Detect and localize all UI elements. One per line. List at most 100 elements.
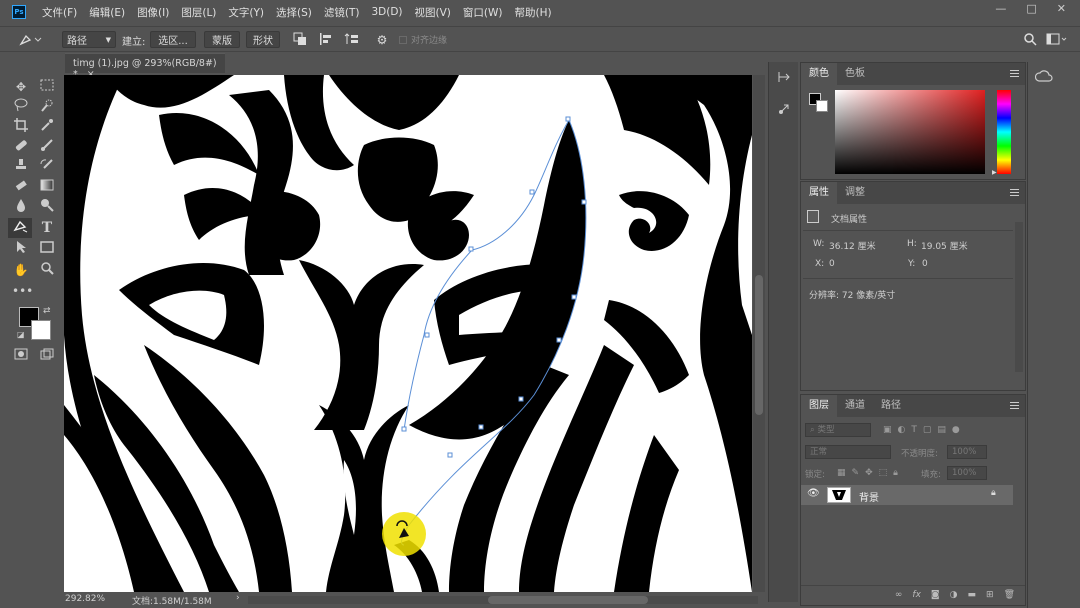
default-colors-icon[interactable]: ◪ (17, 330, 25, 339)
make-shape-button[interactable]: 形状 (246, 31, 280, 48)
menu-edit[interactable]: 编辑(E) (89, 5, 125, 20)
blur-tool-icon[interactable] (12, 198, 30, 216)
lock-artboard-icon[interactable]: ⬚ (879, 468, 888, 478)
menu-help[interactable]: 帮助(H) (515, 5, 552, 20)
y-value[interactable]: 0 (922, 259, 928, 269)
eyedropper-tool-icon[interactable] (38, 118, 56, 136)
tab-color[interactable]: 颜色 (801, 63, 837, 85)
history-panel-icon[interactable] (775, 70, 793, 88)
width-value[interactable]: 36.12 厘米 (829, 239, 876, 252)
layer-row[interactable]: 👁︎ 背景 🔒︎ (801, 485, 1013, 505)
clone-stamp-tool-icon[interactable] (12, 158, 30, 176)
pen-tool-icon[interactable] (12, 219, 30, 237)
hue-pointer-icon[interactable]: ▶ (992, 169, 997, 176)
status-menu-chevron-icon[interactable]: › (236, 593, 240, 603)
fill-field[interactable]: 100% (947, 466, 987, 480)
menu-window[interactable]: 窗口(W) (463, 5, 503, 20)
swap-colors-icon[interactable]: ⇄ (43, 306, 51, 316)
hand-tool-icon[interactable]: ✋ (12, 261, 30, 279)
menu-filter[interactable]: 滤镜(T) (324, 5, 360, 20)
menu-3d[interactable]: 3D(D) (371, 6, 402, 18)
gear-icon[interactable]: ⚙ (374, 32, 390, 48)
layer-filter-select[interactable]: ⌕ 类型 (805, 423, 871, 437)
fx-icon[interactable]: fx (912, 590, 921, 605)
smart-object-filter-icon[interactable]: ▤ (937, 425, 946, 435)
vertical-scrollbar[interactable] (753, 75, 765, 592)
horizontal-scroll-thumb[interactable] (488, 596, 648, 604)
panel-menu-icon[interactable] (1010, 70, 1019, 77)
document-tab[interactable]: timg (1).jpg @ 293%(RGB/8#) * × (65, 53, 225, 80)
hue-slider[interactable] (997, 90, 1011, 174)
background-color-swatch[interactable] (31, 320, 51, 340)
tab-layers[interactable]: 图层 (801, 395, 837, 417)
panel-menu-icon[interactable] (1010, 189, 1019, 196)
lock-all-icon[interactable]: 🔒︎ (893, 468, 898, 478)
marquee-tool-icon[interactable] (38, 78, 56, 96)
menu-select[interactable]: 选择(S) (276, 5, 312, 20)
vertical-scroll-thumb[interactable] (755, 275, 763, 415)
align-edges-checkbox[interactable] (399, 36, 407, 44)
tab-swatches[interactable]: 色板 (837, 63, 873, 85)
path-operations-icon[interactable] (292, 32, 308, 48)
tab-paths[interactable]: 路径 (873, 395, 909, 417)
creative-cloud-icon[interactable] (1034, 70, 1053, 88)
type-filter-icon[interactable]: T (911, 425, 917, 435)
eye-icon[interactable]: 👁︎ (807, 488, 820, 499)
path-arrangement-icon[interactable] (344, 32, 360, 48)
panel-menu-icon[interactable] (1010, 402, 1019, 409)
dodge-tool-icon[interactable] (38, 198, 56, 216)
brush-tool-icon[interactable] (38, 138, 56, 156)
pen-tool-preset-icon[interactable] (18, 32, 44, 48)
pixel-filter-icon[interactable]: ▣ (883, 425, 892, 435)
path-alignment-icon[interactable] (318, 32, 334, 48)
menu-view[interactable]: 视图(V) (415, 5, 451, 20)
link-icon[interactable]: ∞ (895, 590, 903, 605)
more-tools-icon[interactable]: ••• (12, 282, 33, 300)
minimize-button[interactable]: — (995, 2, 1006, 15)
tab-channels[interactable]: 通道 (837, 395, 873, 417)
quick-selection-tool-icon[interactable] (38, 98, 56, 116)
pen-mode-select[interactable]: 路径 ▼ (62, 31, 116, 48)
layer-name[interactable]: 背景 (859, 489, 879, 504)
workspace-switcher-icon[interactable] (1046, 32, 1068, 48)
healing-brush-tool-icon[interactable] (12, 138, 30, 156)
new-layer-icon[interactable]: ⊞ (986, 590, 994, 605)
lock-position-icon[interactable]: ✥ (865, 468, 873, 478)
mask-icon[interactable]: ◙ (931, 590, 940, 605)
rectangle-tool-icon[interactable] (38, 240, 56, 258)
folder-icon[interactable]: ▬ (968, 590, 977, 605)
menu-image[interactable]: 图像(I) (137, 5, 169, 20)
properties-panel-icon[interactable] (775, 102, 793, 120)
make-selection-button[interactable]: 选区... (150, 31, 196, 48)
screen-mode-icon[interactable] (38, 347, 56, 365)
opacity-field[interactable]: 100% (947, 445, 987, 459)
properties-scrollbar[interactable] (1015, 222, 1023, 372)
shape-filter-icon[interactable]: ▢ (923, 425, 932, 435)
zoom-level[interactable]: 292.82% (65, 594, 105, 604)
trash-icon[interactable]: 🗑︎ (1004, 590, 1015, 605)
type-tool-icon[interactable]: T (38, 219, 56, 237)
search-icon[interactable] (1022, 32, 1038, 48)
blend-mode-select[interactable]: 正常 (805, 445, 891, 459)
make-mask-button[interactable]: 蒙版 (204, 31, 240, 48)
quick-mask-icon[interactable] (12, 347, 30, 365)
crop-tool-icon[interactable] (12, 118, 30, 136)
path-selection-tool-icon[interactable] (12, 240, 30, 258)
lock-paint-icon[interactable]: ✎ (852, 468, 860, 478)
document-canvas[interactable] (64, 75, 752, 592)
zoom-tool-icon[interactable] (38, 261, 56, 279)
move-tool-icon[interactable]: ✥ (12, 78, 30, 96)
eraser-tool-icon[interactable] (12, 178, 30, 196)
menu-file[interactable]: 文件(F) (42, 5, 77, 20)
adjustment-icon[interactable]: ◑ (950, 590, 958, 605)
color-panel-background[interactable] (816, 100, 828, 112)
x-value[interactable]: 0 (829, 259, 835, 269)
horizontal-scrollbar[interactable] (248, 596, 758, 604)
menu-type[interactable]: 文字(Y) (228, 5, 264, 20)
lock-transparent-icon[interactable]: ▦ (837, 468, 846, 478)
maximize-button[interactable]: □ (1026, 2, 1036, 15)
tab-properties[interactable]: 属性 (801, 182, 837, 204)
menu-layer[interactable]: 图层(L) (181, 5, 216, 20)
filter-toggle-icon[interactable]: ● (952, 425, 960, 435)
photoshop-logo[interactable]: Ps (12, 5, 26, 19)
